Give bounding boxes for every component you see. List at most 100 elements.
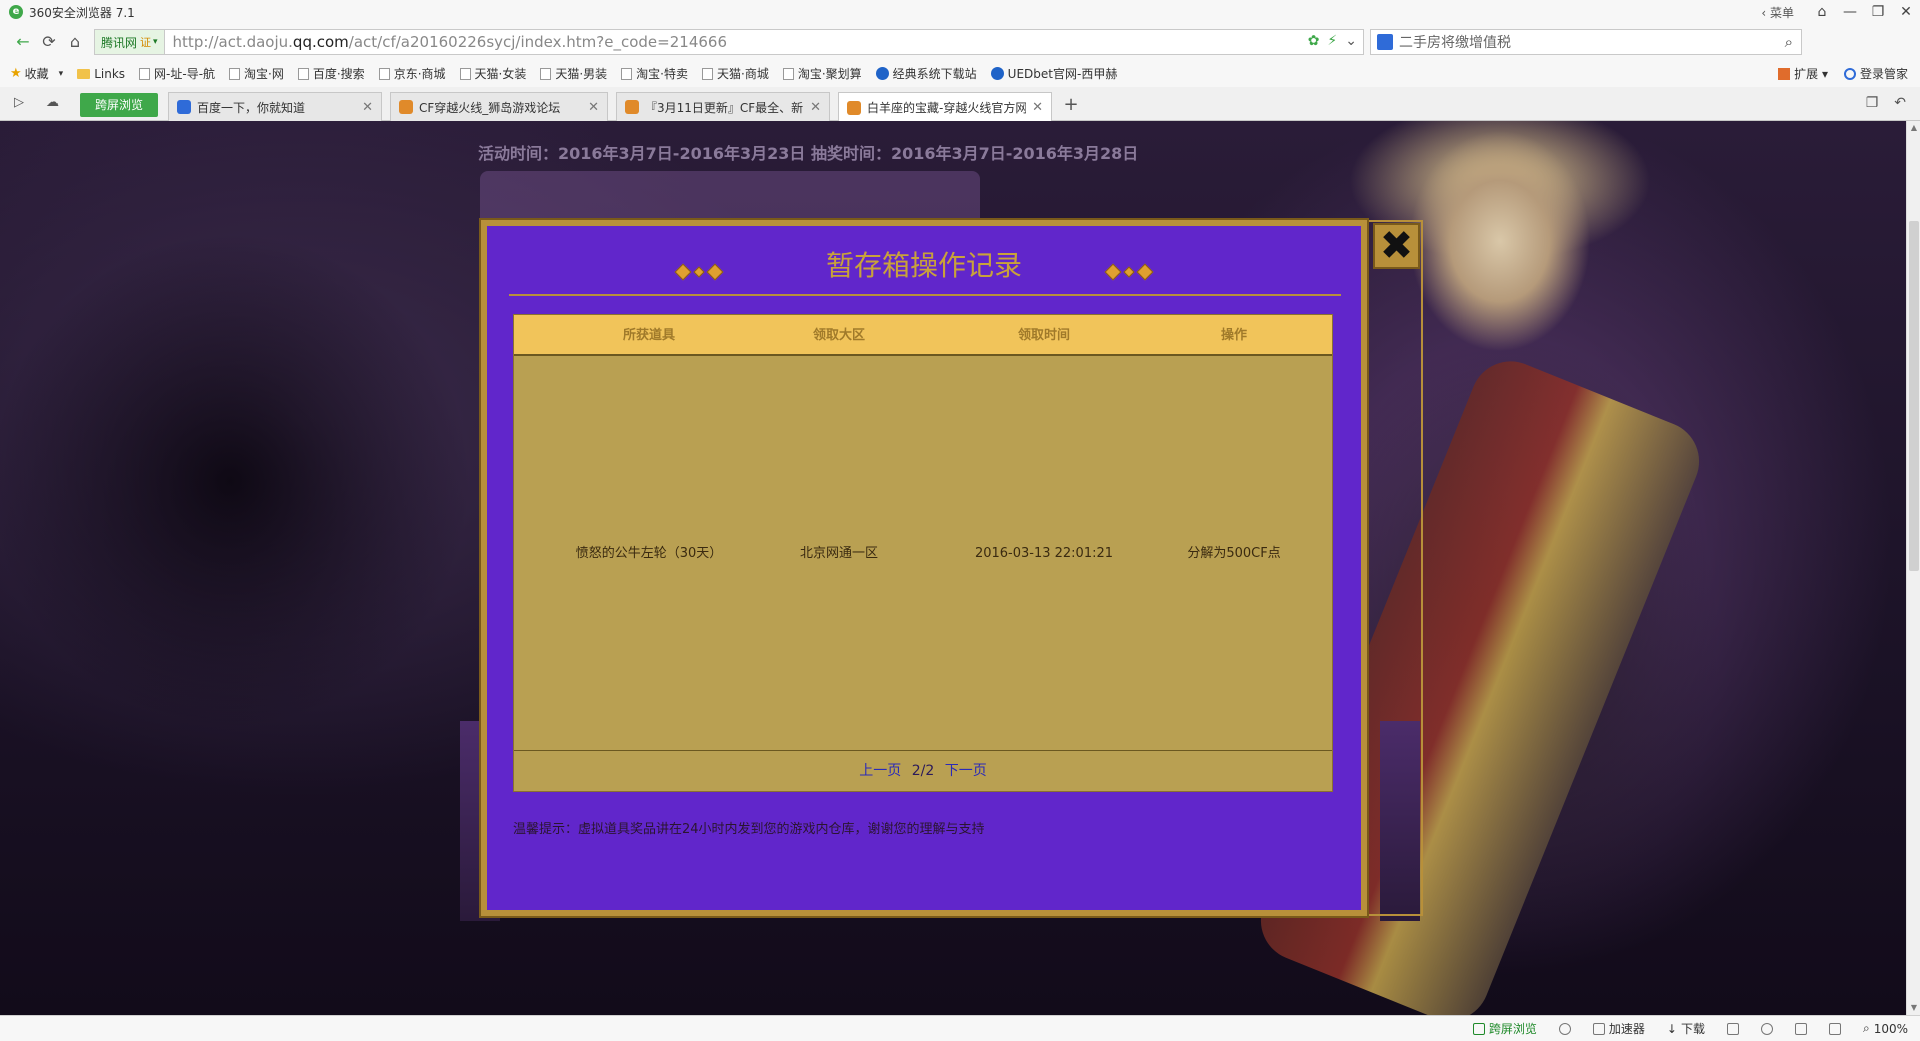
- flag-icon[interactable]: [1726, 1022, 1739, 1035]
- column-item: 所获道具: [622, 328, 675, 343]
- close-icon[interactable]: ✕: [1032, 100, 1043, 115]
- close-icon[interactable]: ✕: [810, 100, 821, 115]
- title-divider: [509, 294, 1341, 296]
- close-icon[interactable]: ✕: [362, 100, 373, 115]
- page-icon: [621, 67, 633, 80]
- back-arrow-icon[interactable]: ←: [10, 29, 36, 55]
- window-controls: ‹ 菜单 ⌂ — ❐ ✕: [1761, 0, 1920, 24]
- activity-time-text: 活动时间：2016年3月7日-2016年3月23日 抽奖时间：2016年3月7日…: [478, 144, 1139, 163]
- page-icon: [378, 67, 390, 80]
- url-input[interactable]: 腾讯网证 ▾ http://act.daoju.qq.com/act/cf/a20…: [94, 29, 1364, 55]
- scroll-thumb[interactable]: [1909, 221, 1919, 571]
- extension-icon: [1778, 68, 1791, 80]
- page-icon: [229, 67, 241, 80]
- page-icon: [139, 67, 151, 80]
- download-icon: ↓: [1666, 1021, 1677, 1036]
- search-input[interactable]: 二手房将缴增值税 ⌕: [1370, 29, 1802, 55]
- accelerator-button[interactable]: 加速器: [1592, 1020, 1645, 1037]
- modal-close-button[interactable]: ✖: [1373, 223, 1420, 269]
- bookmark-item[interactable]: 百度·搜索: [297, 65, 365, 82]
- tab-cf-forum[interactable]: CF穿越火线_狮岛游戏论坛 ✕: [390, 92, 608, 121]
- login-button[interactable]: 登录管家: [1843, 65, 1908, 82]
- page-indicator: 2/2: [911, 763, 935, 779]
- page-icon: [540, 67, 552, 80]
- maximize-button[interactable]: ❐: [1864, 0, 1892, 24]
- tab-cf-official[interactable]: 白羊座的宝藏-穿越火线官方网: ✕: [838, 92, 1052, 122]
- minimize-button[interactable]: —: [1836, 0, 1864, 24]
- tab-baidu[interactable]: 百度一下，你就知道 ✕: [168, 92, 382, 121]
- bookmark-item[interactable]: 淘宝·网: [229, 65, 284, 82]
- history-status-icon[interactable]: [1558, 1022, 1571, 1035]
- split-browse-status[interactable]: 跨屏浏览: [1472, 1020, 1537, 1037]
- zoom-icon: ⌕: [1862, 1021, 1870, 1035]
- star-icon: ★: [10, 66, 22, 81]
- cell-region: 北京网通一区: [799, 546, 878, 561]
- rocket-icon: [1592, 1022, 1605, 1035]
- window-mode-icon[interactable]: [1794, 1022, 1807, 1035]
- address-bar: ← ⟳ ⌂ 腾讯网证 ▾ http://act.daoju.qq.com/act/…: [0, 24, 1920, 60]
- cf-favicon-icon: [847, 100, 861, 115]
- cell-item: 愤怒的公牛左轮（30天）: [575, 546, 723, 561]
- cell-action: 分解为500CF点: [1187, 546, 1281, 561]
- forum-favicon-icon: [399, 100, 413, 114]
- forum-favicon-icon: [625, 100, 639, 114]
- site-icon: [990, 67, 1004, 80]
- scroll-down-icon[interactable]: ▼: [1907, 1001, 1920, 1015]
- status-bar: 跨屏浏览 加速器 ↓ 下载 ⌕ 100%: [0, 1015, 1920, 1041]
- browser-logo-icon: e: [9, 5, 23, 19]
- download-button[interactable]: ↓ 下载: [1667, 1020, 1705, 1037]
- tab-bar: ▷ ☁ 跨屏浏览 百度一下，你就知道 ✕ CF穿越火线_狮岛游戏论坛 ✕ 『3月…: [0, 87, 1920, 122]
- bookmark-item[interactable]: 天猫·商城: [702, 65, 769, 82]
- undo-close-icon[interactable]: ↶: [1894, 95, 1906, 111]
- restore-tabs-icon[interactable]: ❐: [1866, 95, 1879, 111]
- column-action: 操作: [1220, 328, 1247, 343]
- menu-button[interactable]: ‹ 菜单: [1761, 4, 1794, 21]
- url-text[interactable]: http://act.daoju.qq.com/act/cf/a20160226…: [173, 33, 727, 51]
- zoom-control[interactable]: ⌕ 100%: [1863, 1021, 1908, 1036]
- title-decoration-left: [674, 263, 724, 281]
- scroll-up-icon[interactable]: ▲: [1907, 121, 1920, 135]
- refresh-icon[interactable]: ⟳: [36, 29, 62, 55]
- user-icon: [1843, 68, 1856, 80]
- split-browse-button[interactable]: 跨屏浏览: [80, 93, 158, 117]
- bookmark-item[interactable]: 淘宝·聚划算: [782, 65, 862, 82]
- certificate-badge[interactable]: 腾讯网证 ▾: [95, 30, 165, 54]
- sidebar-toggle-icon[interactable]: ▷: [14, 95, 24, 110]
- cloud-icon[interactable]: ☁: [46, 95, 59, 110]
- bookmark-item[interactable]: 淘宝·特卖: [621, 65, 688, 82]
- close-window-button[interactable]: ✕: [1892, 0, 1920, 24]
- chevron-down-icon[interactable]: ⌄: [1345, 33, 1357, 49]
- bookmark-item[interactable]: UEDbet官网-西甲赫: [990, 65, 1117, 82]
- bookmark-item[interactable]: 天猫·男装: [540, 65, 607, 82]
- search-engine-icon[interactable]: [1377, 34, 1393, 50]
- table-header: 所获道具 领取大区 领取时间 操作: [514, 315, 1332, 356]
- bookmark-item[interactable]: 经典系统下载站: [875, 65, 977, 82]
- home-icon[interactable]: ⌂: [62, 29, 88, 55]
- record-table: 所获道具 领取大区 领取时间 操作 愤怒的公牛左轮（30天） 北京网通一区 20…: [513, 314, 1333, 792]
- folder-icon: [77, 68, 91, 79]
- site-icon: [875, 67, 889, 80]
- vertical-scrollbar[interactable]: ▲ ▼: [1906, 121, 1920, 1015]
- prev-page-link[interactable]: 上一页: [859, 763, 901, 779]
- bookmarks-bar: ★ 收藏 ▾ Links 网-址-导-航 淘宝·网 百度·搜索 京东·商城 天猫·女…: [0, 60, 1920, 87]
- bookmark-item[interactable]: 京东·商城: [378, 65, 446, 82]
- new-tab-button[interactable]: +: [1060, 94, 1082, 116]
- window-title: 360安全浏览器 7.1: [29, 5, 135, 20]
- tab-cf-update[interactable]: 『3月11日更新』CF最全、新. ✕: [616, 92, 830, 121]
- bookmark-item[interactable]: 网-址-导-航: [139, 65, 215, 82]
- ie-mode-icon[interactable]: [1760, 1022, 1773, 1035]
- favorites-button[interactable]: ★ 收藏 ▾: [10, 65, 63, 82]
- sound-icon[interactable]: [1828, 1022, 1841, 1035]
- search-icon[interactable]: ⌕: [1785, 33, 1793, 51]
- page-icon: [297, 67, 309, 80]
- storage-log-modal: 暂存箱操作记录 所获道具 领取大区 领取时间 操作 愤怒的公牛左轮（30天） 北…: [481, 220, 1367, 916]
- title-decoration-right: [1104, 263, 1154, 281]
- lightning-icon[interactable]: ⚡: [1327, 33, 1337, 49]
- bookmark-links[interactable]: Links: [77, 67, 125, 81]
- security-check-icon[interactable]: ✿: [1308, 33, 1320, 49]
- extensions-button[interactable]: 扩展 ▾: [1778, 65, 1828, 82]
- bookmark-item[interactable]: 天猫·女装: [459, 65, 526, 82]
- next-page-link[interactable]: 下一页: [945, 763, 987, 779]
- close-icon[interactable]: ✕: [588, 100, 599, 115]
- skin-icon[interactable]: ⌂: [1808, 0, 1836, 24]
